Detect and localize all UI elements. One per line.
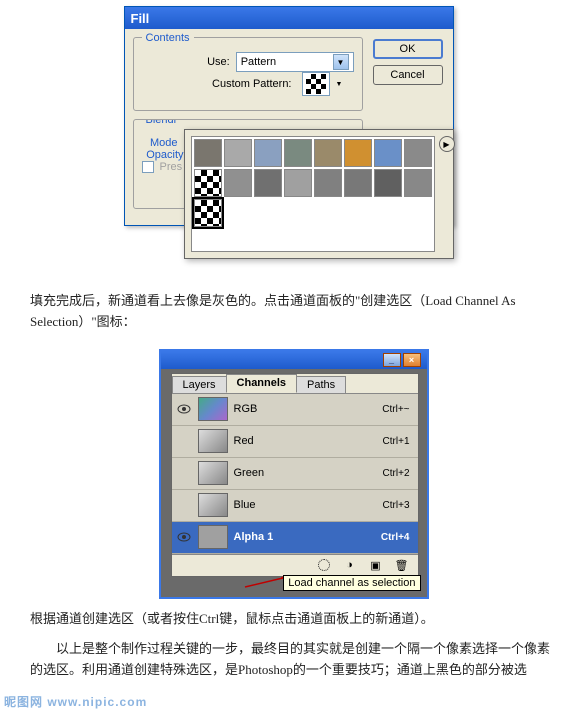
visibility-eye-icon[interactable] [176, 465, 192, 481]
mode-label: Mode [142, 137, 178, 149]
pattern-picker[interactable] [302, 72, 330, 96]
channel-shortcut: Ctrl+~ [382, 404, 413, 415]
pattern-swatch[interactable] [404, 139, 432, 167]
channel-name: Red [234, 435, 377, 447]
channel-name: Blue [234, 499, 377, 511]
tab-paths[interactable]: Paths [296, 376, 346, 393]
channel-shortcut: Ctrl+1 [383, 436, 414, 447]
instruction-text-1: 填充完成后，新通道看上去像是灰色的。点击通道面板的"创建选区（Load Chan… [0, 281, 587, 343]
minimize-button[interactable]: _ [383, 353, 401, 367]
channel-thumb [198, 525, 228, 549]
channel-shortcut: Ctrl+2 [383, 468, 414, 479]
load-selection-icon[interactable] [316, 558, 332, 572]
channel-name: RGB [234, 403, 377, 415]
channel-thumb [198, 493, 228, 517]
ok-button[interactable]: OK [373, 39, 443, 59]
pattern-swatch[interactable] [374, 139, 402, 167]
pattern-swatch[interactable] [284, 139, 312, 167]
new-channel-icon[interactable]: ▣ [368, 558, 384, 572]
pattern-swatch[interactable] [194, 199, 222, 227]
pattern-swatch[interactable] [254, 169, 282, 197]
visibility-eye-icon[interactable] [176, 497, 192, 513]
visibility-eye-icon[interactable] [176, 433, 192, 449]
custom-pattern-label: Custom Pattern: [142, 78, 292, 90]
pattern-popup: ▶ [184, 129, 454, 259]
red-arrow-annotation [241, 575, 289, 589]
channels-window: _ × Layers Channels Paths RGB Ctrl+~ Red Ct… [159, 349, 429, 599]
fill-title: Fill [131, 11, 150, 26]
channel-name: Alpha 1 [234, 531, 375, 543]
dropdown-arrow-icon: ▼ [336, 81, 343, 88]
channel-shortcut: Ctrl+3 [383, 500, 414, 511]
channel-list: RGB Ctrl+~ Red Ctrl+1 Green Ctrl+2 Blue Ctrl+3 A… [172, 394, 418, 554]
watermark: 昵图网 www.nipic.com [4, 693, 147, 710]
tab-channels[interactable]: Channels [226, 374, 298, 393]
pattern-swatch[interactable] [314, 169, 342, 197]
pattern-grid [191, 136, 435, 252]
pattern-swatch[interactable] [194, 139, 222, 167]
pattern-swatch-preview [306, 74, 326, 94]
pattern-swatch[interactable] [224, 139, 252, 167]
pattern-swatch[interactable] [254, 139, 282, 167]
contents-legend: Contents [142, 32, 194, 44]
panel-tabs: Layers Channels Paths [172, 374, 418, 394]
fill-titlebar: Fill [125, 7, 453, 29]
pattern-swatch[interactable] [404, 169, 432, 197]
preserve-transparency-checkbox[interactable] [142, 161, 154, 173]
channel-thumb [198, 397, 228, 421]
opacity-label: Opacity [142, 149, 184, 161]
visibility-eye-icon[interactable] [176, 401, 192, 417]
channel-name: Green [234, 467, 377, 479]
blending-legend: Blendi [142, 119, 181, 126]
pattern-swatch[interactable] [374, 169, 402, 197]
pattern-swatch[interactable] [284, 169, 312, 197]
channel-row[interactable]: Green Ctrl+2 [172, 458, 418, 490]
close-button[interactable]: × [403, 353, 421, 367]
channels-panel: Layers Channels Paths RGB Ctrl+~ Red Ctrl+1… [171, 373, 419, 577]
pattern-swatch[interactable] [344, 139, 372, 167]
channel-row[interactable]: Alpha 1 Ctrl+4 [172, 522, 418, 554]
tab-layers[interactable]: Layers [172, 376, 227, 393]
channel-shortcut: Ctrl+4 [381, 532, 414, 543]
pattern-swatch[interactable] [194, 169, 222, 197]
popup-options-button[interactable]: ▶ [439, 136, 455, 152]
channel-row[interactable]: Blue Ctrl+3 [172, 490, 418, 522]
chevron-down-icon: ▼ [333, 54, 349, 70]
use-label: Use: [142, 56, 230, 68]
use-value: Pattern [241, 56, 276, 68]
channel-row[interactable]: RGB Ctrl+~ [172, 394, 418, 426]
use-dropdown[interactable]: Pattern ▼ [236, 52, 354, 72]
instruction-text-3: 以上是整个制作过程关键的一步，最终目的其实就是创建一个隔一个像素选择一个像素的选… [0, 639, 587, 691]
tooltip: Load channel as selection [283, 575, 420, 591]
instruction-text-2: 根据通道创建选区（或者按住Ctrl键，鼠标点击通道面板上的新通道）。 [0, 599, 587, 640]
pattern-swatch[interactable] [314, 139, 342, 167]
channel-thumb [198, 429, 228, 453]
save-selection-icon[interactable]: ◑ [342, 558, 358, 572]
delete-channel-icon[interactable]: 🗑 [394, 558, 410, 572]
pattern-swatch[interactable] [344, 169, 372, 197]
visibility-eye-icon[interactable] [176, 529, 192, 545]
channel-thumb [198, 461, 228, 485]
channel-row[interactable]: Red Ctrl+1 [172, 426, 418, 458]
pattern-swatch[interactable] [224, 169, 252, 197]
panel-bottom-bar: ◑ ▣ 🗑 [172, 554, 418, 576]
cancel-button[interactable]: Cancel [373, 65, 443, 85]
